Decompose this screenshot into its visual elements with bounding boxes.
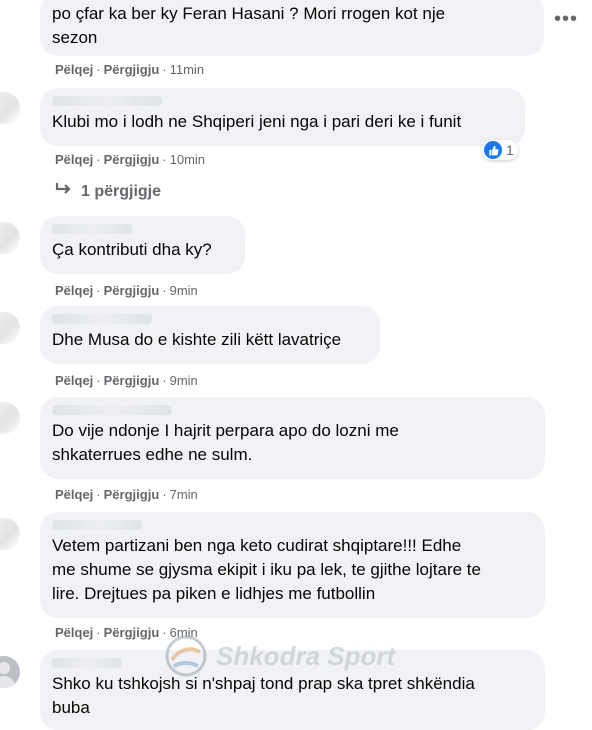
author-name[interactable]	[52, 658, 122, 668]
avatar[interactable]	[0, 518, 20, 550]
comment-actions: Pëlqej · Përgjigju · 9min	[55, 373, 198, 388]
reply-link[interactable]: Përgjigju	[104, 152, 160, 167]
default-avatar-icon	[0, 662, 16, 688]
comment-actions: Pëlqej · Përgjigju · 11min	[55, 62, 205, 77]
comment-bubble: Ça kontributi dha ky?	[40, 216, 245, 274]
avatar[interactable]	[0, 312, 20, 344]
comment-bubble: Dhe Musa do e kishte zili këtt lavatriçe	[40, 306, 380, 364]
view-replies-link[interactable]: 1 përgjigje	[55, 182, 161, 201]
comment-text: Shko ku tshkojsh si n'shpaj tond prap sk…	[52, 674, 475, 717]
comment-text: Ça kontributi dha ky?	[52, 240, 212, 259]
watermark-logo-icon	[165, 635, 207, 677]
comment-time: 9min	[169, 283, 198, 298]
like-link[interactable]: Pëlqej	[55, 625, 93, 640]
reply-link[interactable]: Përgjigju	[104, 625, 160, 640]
reply-link[interactable]: Përgjigju	[104, 283, 160, 298]
comment-time: 7min	[169, 487, 198, 502]
replies-count-label: 1 përgjigje	[81, 182, 162, 200]
watermark-text: Shkodra Sport	[216, 640, 396, 671]
like-link[interactable]: Pëlqej	[55, 152, 93, 167]
comment-time: 9min	[169, 373, 198, 388]
reaction-count: 1	[506, 142, 514, 158]
comment-text: Klubi mo i lodh ne Shqiperi jeni nga i p…	[52, 112, 462, 131]
comment-text: Vetem partizani ben nga keto cudirat shq…	[52, 536, 481, 603]
comment-actions: Pëlqej · Përgjigju · 7min	[55, 487, 198, 502]
reply-arrow-icon	[55, 182, 73, 201]
avatar[interactable]	[0, 92, 20, 124]
comment-bubble: Vetem partizani ben nga keto cudirat shq…	[40, 512, 545, 618]
avatar[interactable]	[0, 656, 20, 688]
comment-time: 10min	[169, 152, 206, 167]
comment-bubble: Klubi mo i lodh ne Shqiperi jeni nga i p…	[40, 88, 525, 146]
comment-bubble: po çfar ka ber ky Feran Hasani ? Mori rr…	[40, 0, 544, 56]
comment-bubble: Do vije ndonje I hajrit perpara apo do l…	[40, 397, 545, 479]
like-link[interactable]: Pëlqej	[55, 62, 93, 77]
reply-link[interactable]: Përgjigju	[104, 373, 160, 388]
watermark: Shkodra Sport	[162, 634, 395, 678]
author-name[interactable]	[52, 405, 172, 415]
comment-text: Dhe Musa do e kishte zili këtt lavatriçe	[52, 330, 342, 349]
like-reaction-icon	[484, 141, 502, 159]
like-link[interactable]: Pëlqej	[55, 283, 93, 298]
reply-link[interactable]: Përgjigju	[104, 62, 160, 77]
author-name[interactable]	[52, 224, 132, 234]
author-name[interactable]	[52, 96, 162, 106]
comment-actions: Pëlqej · Përgjigju · 9min	[55, 283, 198, 298]
reaction-summary[interactable]: 1	[482, 140, 518, 160]
comment-time: 11min	[169, 62, 205, 77]
more-options-icon[interactable]: •••	[554, 8, 578, 31]
reply-link[interactable]: Përgjigju	[104, 487, 160, 502]
comment-text: po çfar ka ber ky Feran Hasani ? Mori rr…	[52, 4, 446, 47]
avatar[interactable]	[0, 222, 20, 254]
author-name[interactable]	[52, 314, 152, 324]
comment-text: Do vije ndonje I hajrit perpara apo do l…	[52, 421, 399, 464]
author-name[interactable]	[52, 520, 142, 530]
avatar[interactable]	[0, 402, 20, 434]
like-link[interactable]: Pëlqej	[55, 373, 93, 388]
comment-actions: Pëlqej · Përgjigju · 10min	[55, 152, 206, 167]
like-link[interactable]: Pëlqej	[55, 487, 93, 502]
